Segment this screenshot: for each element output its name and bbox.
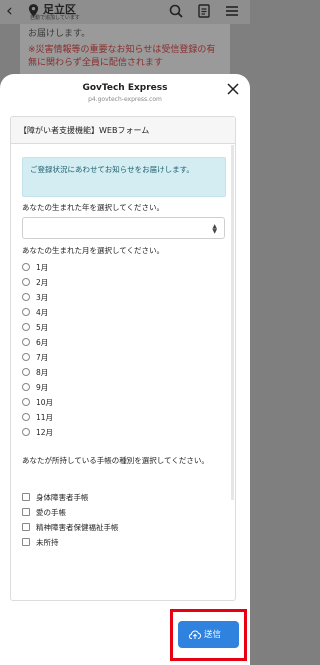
month-label: 9月 xyxy=(36,383,49,392)
month-option-9[interactable]: 9月 xyxy=(22,382,48,394)
radio-icon[interactable] xyxy=(22,263,30,271)
radio-icon[interactable] xyxy=(22,278,30,286)
month-label: 1月 xyxy=(36,263,49,272)
back-icon[interactable]: ‹ xyxy=(6,2,13,20)
month-option-12[interactable]: 12月 xyxy=(22,427,53,439)
month-label: 2月 xyxy=(36,278,49,287)
close-icon[interactable] xyxy=(226,82,240,96)
checkbox-icon[interactable] xyxy=(22,538,30,546)
card-option-physical[interactable]: 身体障害者手帳 xyxy=(22,492,89,504)
checkbox-icon[interactable] xyxy=(22,508,30,516)
app-header: ‹ 足立区 自動で追加しています xyxy=(0,0,250,24)
background-text: お届けします。 xyxy=(28,29,91,39)
select-arrows-icon: ▲ ▼ xyxy=(212,223,217,235)
radio-icon[interactable] xyxy=(22,293,30,301)
month-label: 3月 xyxy=(36,293,49,302)
card-label: 愛の手帳 xyxy=(36,508,66,517)
background-content: お届けします。 ※災害情報等の重要なお知らせは受信登録の有無に関わらず全員に配信… xyxy=(20,24,230,80)
scrollbar[interactable] xyxy=(231,145,234,500)
checkbox-icon[interactable] xyxy=(22,523,30,531)
radio-icon[interactable] xyxy=(22,398,30,406)
search-icon[interactable] xyxy=(168,3,184,19)
month-label: 5月 xyxy=(36,323,49,332)
sheet-title: GovTech Express xyxy=(82,83,168,93)
month-option-7[interactable]: 7月 xyxy=(22,352,48,364)
question-birth-month: あなたの生まれた月を選択してください。 xyxy=(22,246,165,255)
card-option-ai-techo[interactable]: 愛の手帳 xyxy=(22,507,66,519)
month-option-4[interactable]: 4月 xyxy=(22,307,48,319)
form-card: 【障がい者支援機能】WEBフォーム ご登録状況にあわせてお知らせをお届けします。… xyxy=(10,116,236,601)
info-alert: ご登録状況にあわせてお知らせをお届けします。 xyxy=(22,157,226,197)
month-label: 8月 xyxy=(36,368,49,377)
highlight-box xyxy=(170,609,247,661)
radio-icon[interactable] xyxy=(22,338,30,346)
month-label: 7月 xyxy=(36,353,49,362)
card-label: 精神障害者保健福祉手帳 xyxy=(36,523,119,532)
month-option-1[interactable]: 1月 xyxy=(22,262,48,274)
radio-icon[interactable] xyxy=(22,308,30,316)
month-label: 12月 xyxy=(36,428,54,437)
month-option-11[interactable]: 11月 xyxy=(22,412,53,424)
month-label: 10月 xyxy=(36,398,54,407)
sheet-url: p4.govtech-express.com xyxy=(88,96,162,103)
document-icon[interactable] xyxy=(196,3,212,19)
card-option-mental[interactable]: 精神障害者保健福祉手帳 xyxy=(22,522,119,534)
month-label: 11月 xyxy=(36,413,54,422)
sheet-header: GovTech Express p4.govtech-express.com xyxy=(0,74,250,106)
month-option-10[interactable]: 10月 xyxy=(22,397,53,409)
month-label: 4月 xyxy=(36,308,49,317)
month-option-3[interactable]: 3月 xyxy=(22,292,48,304)
background-notice: ※災害情報等の重要なお知らせは受信登録の有無に関わらず全員に配信されます xyxy=(28,45,216,68)
radio-icon[interactable] xyxy=(22,383,30,391)
month-label: 6月 xyxy=(36,338,49,347)
question-card-type: あなたが所持している手帳の種別を選択してください。 xyxy=(22,456,209,465)
radio-icon[interactable] xyxy=(22,353,30,361)
radio-icon[interactable] xyxy=(22,368,30,376)
radio-icon[interactable] xyxy=(22,413,30,421)
card-label: 身体障害者手帳 xyxy=(36,493,89,502)
month-option-5[interactable]: 5月 xyxy=(22,322,48,334)
form-header: 【障がい者支援機能】WEBフォーム xyxy=(11,117,235,144)
month-option-6[interactable]: 6月 xyxy=(22,337,48,349)
birth-year-select[interactable]: ▲ ▼ xyxy=(22,217,225,239)
app-subtitle: 自動で追加しています xyxy=(30,15,80,21)
month-option-2[interactable]: 2月 xyxy=(22,277,48,289)
card-option-none[interactable]: 未所持 xyxy=(22,537,59,549)
card-label: 未所持 xyxy=(36,538,59,547)
radio-icon[interactable] xyxy=(22,323,30,331)
webview-sheet: GovTech Express p4.govtech-express.com 【… xyxy=(0,74,250,665)
menu-icon[interactable] xyxy=(224,3,240,19)
checkbox-icon[interactable] xyxy=(22,493,30,501)
question-birth-year: あなたの生まれた年を選択してください。 xyxy=(22,203,165,212)
month-option-8[interactable]: 8月 xyxy=(22,367,48,379)
radio-icon[interactable] xyxy=(22,428,30,436)
